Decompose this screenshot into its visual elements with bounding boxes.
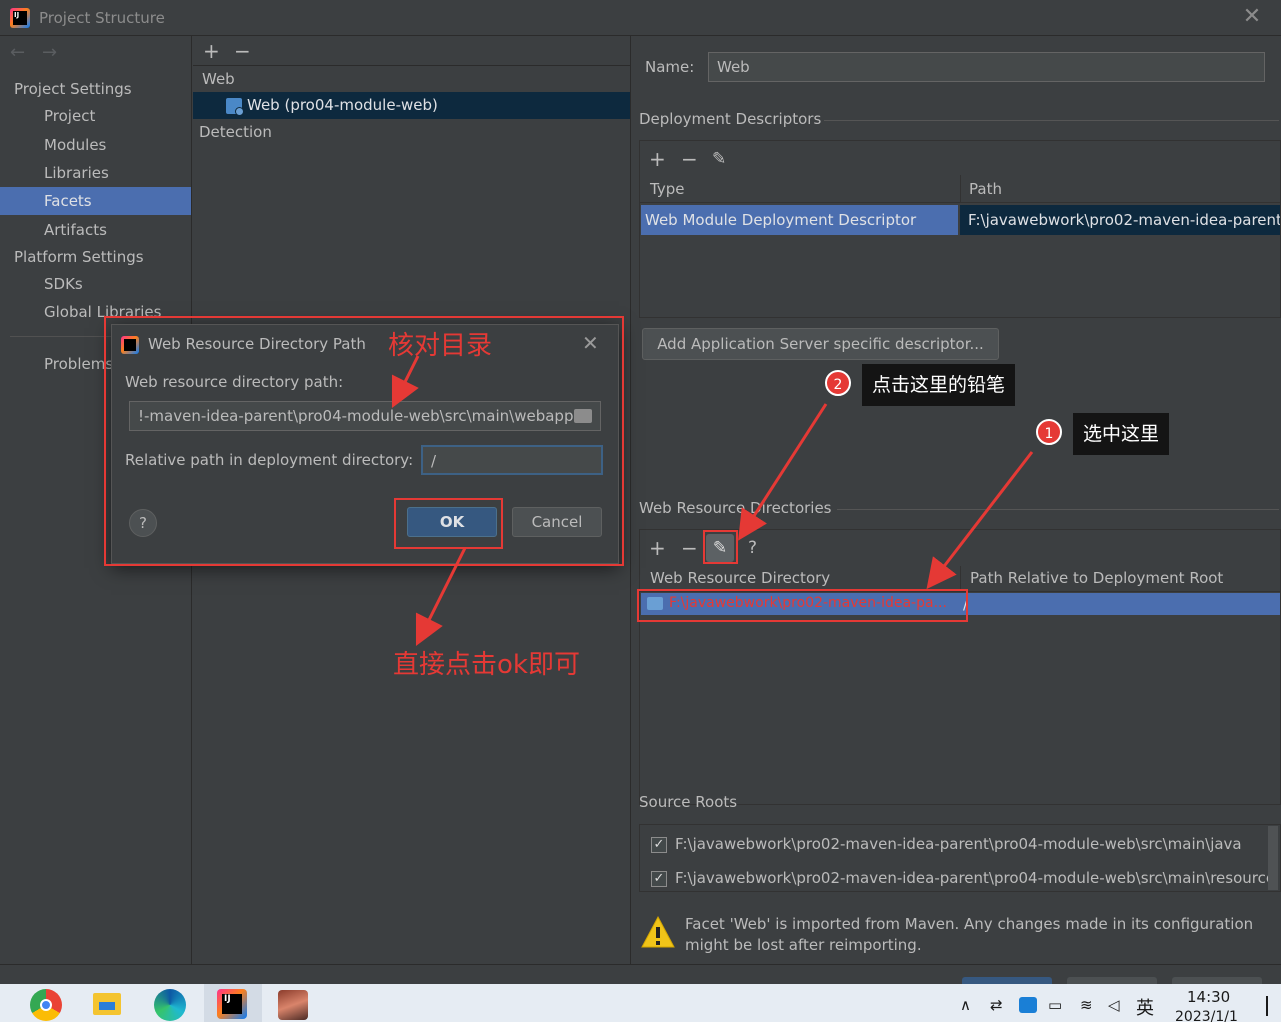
intellij-taskbar-item[interactable]: IJ [204, 984, 262, 1022]
app-avatar-icon[interactable] [278, 990, 308, 1020]
edge-icon[interactable] [154, 989, 186, 1021]
chevron-up-icon[interactable]: ∧ [960, 996, 971, 1014]
annotation-check-dir: 核对目录 [388, 331, 493, 361]
network-toggle-icon[interactable]: ⇄ [990, 996, 1003, 1014]
clock-date[interactable]: 2023/1/1 [1175, 1009, 1238, 1022]
clock-time[interactable]: 14:30 [1187, 988, 1230, 1006]
input-language[interactable]: 英 [1136, 994, 1154, 1020]
annotation-arrows [391, 355, 1034, 647]
show-desktop-icon[interactable] [1266, 996, 1276, 1016]
chrome-icon[interactable] [30, 989, 62, 1021]
step-badge-1: 1 [1036, 419, 1062, 445]
annotation-step1: 选中这里 [1073, 413, 1170, 455]
volume-icon[interactable]: ◁ [1108, 996, 1120, 1014]
annotation-step2: 点击这里的铅笔 [862, 364, 1016, 406]
step-badge-2: 2 [825, 370, 851, 396]
wifi-icon[interactable]: ≋ [1080, 996, 1093, 1014]
tray-app-icon[interactable] [1019, 997, 1037, 1013]
annotation-click-ok: 直接点击ok即可 [393, 650, 580, 680]
taskbar: IJ ∧ ⇄ ▭ ≋ ◁ 英 14:30 2023/1/1 [0, 984, 1281, 1022]
file-explorer-icon[interactable] [93, 993, 121, 1015]
battery-icon[interactable]: ▭ [1048, 996, 1062, 1014]
